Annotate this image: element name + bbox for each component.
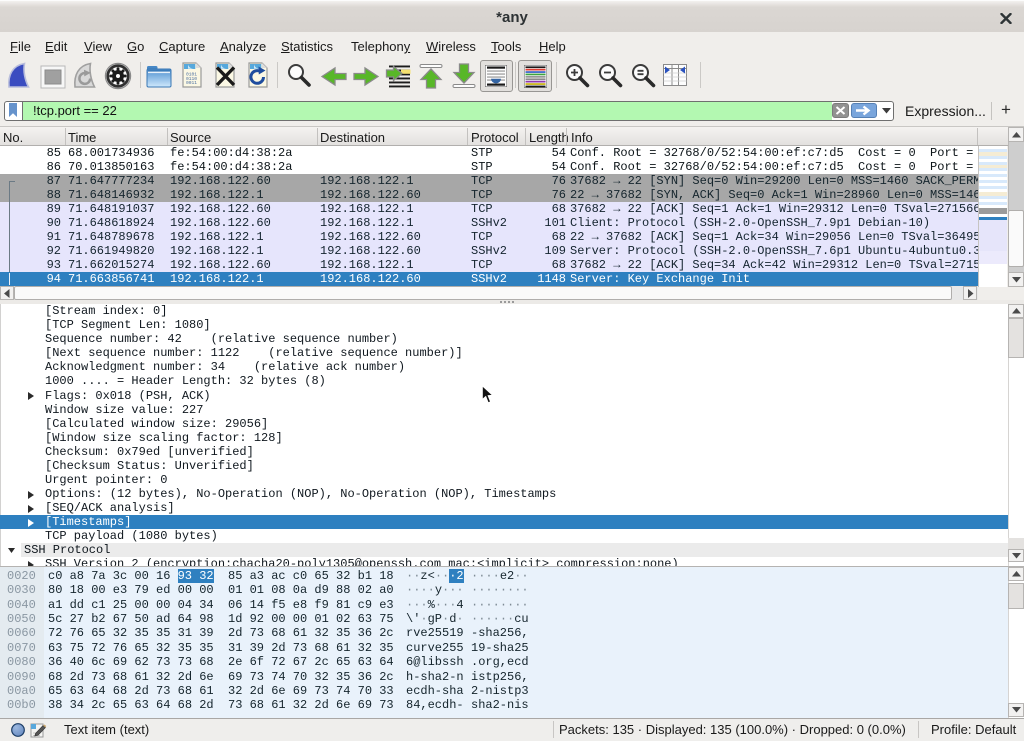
svg-text:0011: 0011 (186, 80, 197, 86)
